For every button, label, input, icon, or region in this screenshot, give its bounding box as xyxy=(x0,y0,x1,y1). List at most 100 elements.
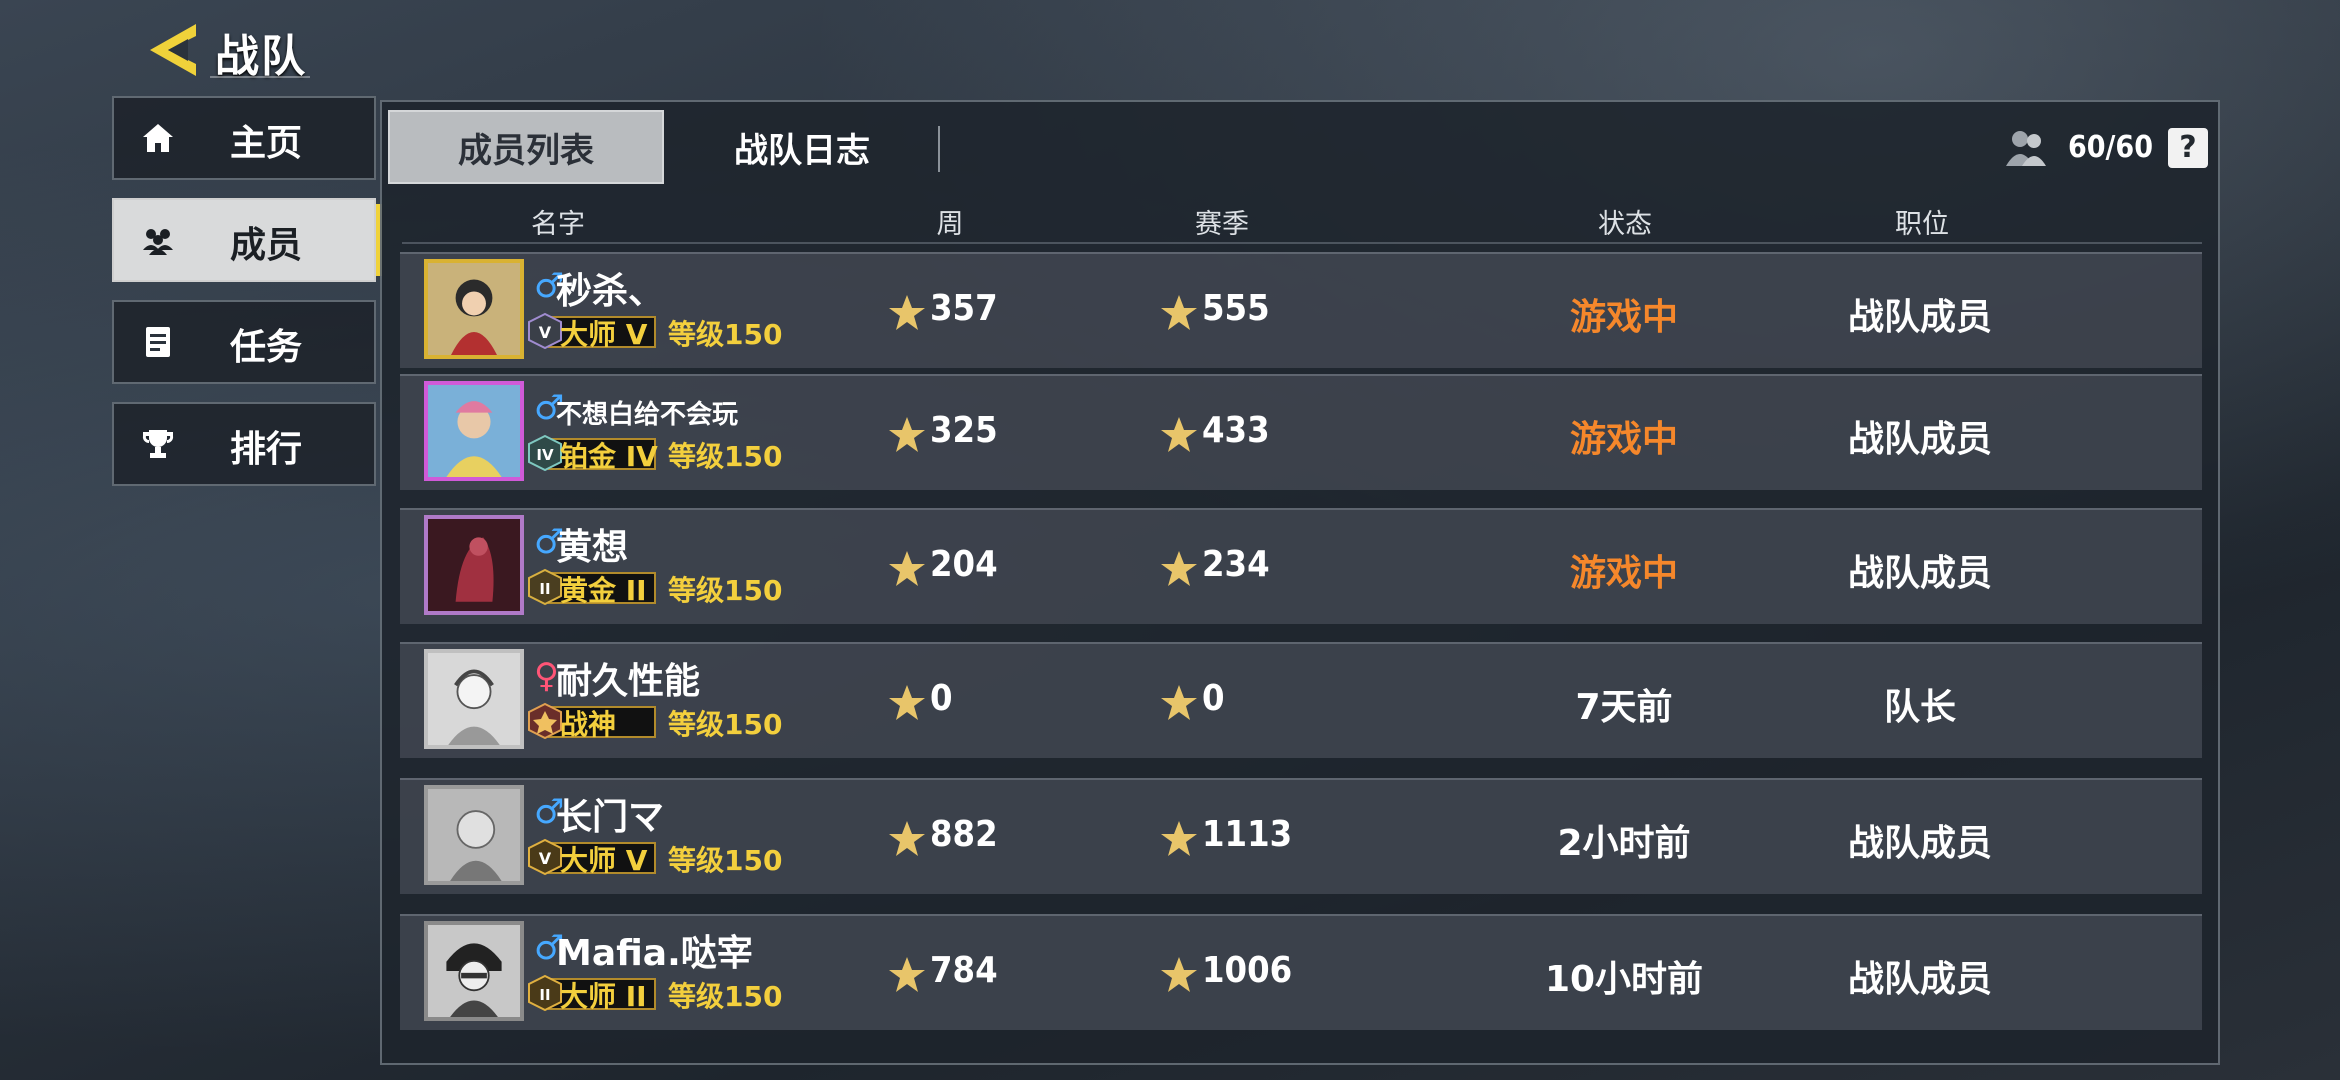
status-label: 2小时前 xyxy=(1557,823,1691,864)
member-row[interactable]: ♂ 长门マ V 大师 V 等级150 882 1113 2小时前 战队成员 xyxy=(400,778,2202,894)
player-name: 不想白给不会玩 xyxy=(556,400,739,430)
svg-text:V: V xyxy=(539,323,552,342)
sidebar-item-home[interactable]: 主页 xyxy=(112,96,376,180)
star-icon xyxy=(1161,295,1197,330)
tab-divider xyxy=(938,126,940,172)
sidebar-item-label: 排行 xyxy=(230,429,303,470)
rank-label: 战神 xyxy=(560,708,617,741)
level-label: 等级150 xyxy=(668,708,783,741)
season-score: 555 xyxy=(1202,288,1270,329)
trophy-icon xyxy=(142,430,174,458)
column-header-status: 状态 xyxy=(1598,209,1652,240)
week-score: 882 xyxy=(930,814,998,855)
star-icon xyxy=(889,417,925,452)
position-label: 战队成员 xyxy=(1847,419,1993,460)
week-score: 357 xyxy=(930,288,998,329)
member-row[interactable]: ♂ 秒杀、 V 大师 V 等级150 357 555 游戏中 战队成员 xyxy=(400,252,2202,368)
player-name: 黄想 xyxy=(556,527,629,568)
tab-member-list[interactable]: 成员列表 xyxy=(388,110,664,184)
player-name: 长门マ xyxy=(556,797,665,838)
avatar[interactable] xyxy=(424,381,524,481)
level-label: 等级150 xyxy=(668,574,783,607)
avatar[interactable] xyxy=(424,259,524,359)
player-name: Mafia.哒宰 xyxy=(556,933,753,974)
sidebar-item-members[interactable]: 成员 xyxy=(112,198,382,282)
star-icon xyxy=(889,295,925,330)
level-label: 等级150 xyxy=(668,318,783,351)
week-score: 784 xyxy=(930,950,998,991)
warlord-rank-icon xyxy=(528,702,562,740)
rank-badge-icon: II xyxy=(528,974,562,1012)
position-label: 战队成员 xyxy=(1847,297,1993,338)
avatar[interactable] xyxy=(424,921,524,1021)
rank-label: 大师 V xyxy=(560,844,648,877)
status-label: 10小时前 xyxy=(1544,959,1704,1000)
player-name: 秒杀、 xyxy=(556,271,665,312)
week-score: 204 xyxy=(930,544,998,585)
star-icon xyxy=(889,821,925,856)
rank-badge-icon: V xyxy=(528,312,562,350)
page-title: 战队 xyxy=(215,31,307,82)
rank-label: 大师 II xyxy=(560,980,647,1013)
season-score: 234 xyxy=(1202,544,1270,585)
column-header-position: 职位 xyxy=(1895,209,1949,240)
position-label: 队长 xyxy=(1883,687,1957,728)
rank-label: 铂金 IV xyxy=(560,440,658,473)
position-label: 战队成员 xyxy=(1847,823,1993,864)
sidebar-item-tasks[interactable]: 任务 xyxy=(112,300,376,384)
rank-label: 大师 V xyxy=(560,318,648,351)
star-icon xyxy=(889,957,925,992)
avatar[interactable] xyxy=(424,649,524,749)
season-score: 433 xyxy=(1202,410,1270,451)
members-icon xyxy=(143,229,173,255)
star-icon xyxy=(889,551,925,586)
tasks-icon xyxy=(146,327,170,357)
members-count-icon xyxy=(2006,131,2046,166)
rank-badge-icon: II xyxy=(528,568,562,606)
column-header-season: 赛季 xyxy=(1195,209,1249,240)
members-panel: 成员列表 战队日志 60/60 ? 名字 周 赛季 状态 职位 ♂ 秒杀、 V … xyxy=(380,100,2220,1065)
star-icon xyxy=(1161,551,1197,586)
star-icon xyxy=(1161,417,1197,452)
season-score: 1006 xyxy=(1202,950,1293,991)
rank-badge-icon: V xyxy=(528,838,562,876)
title-underline xyxy=(210,76,310,78)
svg-text:II: II xyxy=(539,580,550,598)
position-label: 战队成员 xyxy=(1847,959,1993,1000)
status-label: 游戏中 xyxy=(1569,297,1679,338)
sidebar-item-ranking[interactable]: 排行 xyxy=(112,402,376,486)
sidebar-item-label: 主页 xyxy=(230,123,303,164)
level-label: 等级150 xyxy=(668,980,783,1013)
status-label: 游戏中 xyxy=(1569,419,1679,460)
svg-text:II: II xyxy=(539,986,550,1004)
member-row[interactable]: ♂ Mafia.哒宰 II 大师 II 等级150 784 1006 10小时前… xyxy=(400,914,2202,1030)
member-row[interactable]: ♂ 不想白给不会玩 IV 铂金 IV 等级150 325 433 游戏中 战队成… xyxy=(400,374,2202,490)
help-button[interactable]: ? xyxy=(2168,128,2208,168)
back-button[interactable] xyxy=(146,18,210,82)
home-icon xyxy=(143,124,173,152)
status-label: 游戏中 xyxy=(1569,553,1679,594)
svg-text:V: V xyxy=(539,849,552,868)
tab-clan-log[interactable]: 战队日志 xyxy=(682,110,922,184)
level-label: 等级150 xyxy=(668,440,783,473)
member-row[interactable]: ♂ 黄想 II 黄金 II 等级150 204 234 游戏中 战队成员 xyxy=(400,508,2202,624)
member-row[interactable]: ♀ 耐久性能 战神 等级150 0 0 7天前 队长 xyxy=(400,642,2202,758)
avatar[interactable] xyxy=(424,785,524,885)
season-score: 0 xyxy=(1202,678,1225,719)
star-icon xyxy=(889,685,925,720)
member-count: 60/60 xyxy=(2068,130,2153,165)
sidebar-item-label: 成员 xyxy=(230,225,303,266)
status-label: 7天前 xyxy=(1575,687,1673,728)
rank-label: 黄金 II xyxy=(560,574,647,607)
level-label: 等级150 xyxy=(668,844,783,877)
player-name: 耐久性能 xyxy=(556,661,701,702)
avatar[interactable] xyxy=(424,515,524,615)
week-score: 0 xyxy=(930,678,953,719)
star-icon xyxy=(1161,957,1197,992)
position-label: 战队成员 xyxy=(1847,553,1993,594)
sidebar-item-label: 任务 xyxy=(230,327,303,368)
back-arrow-icon xyxy=(150,24,196,76)
svg-text:IV: IV xyxy=(536,446,554,464)
season-score: 1113 xyxy=(1202,814,1293,855)
star-icon xyxy=(1161,685,1197,720)
